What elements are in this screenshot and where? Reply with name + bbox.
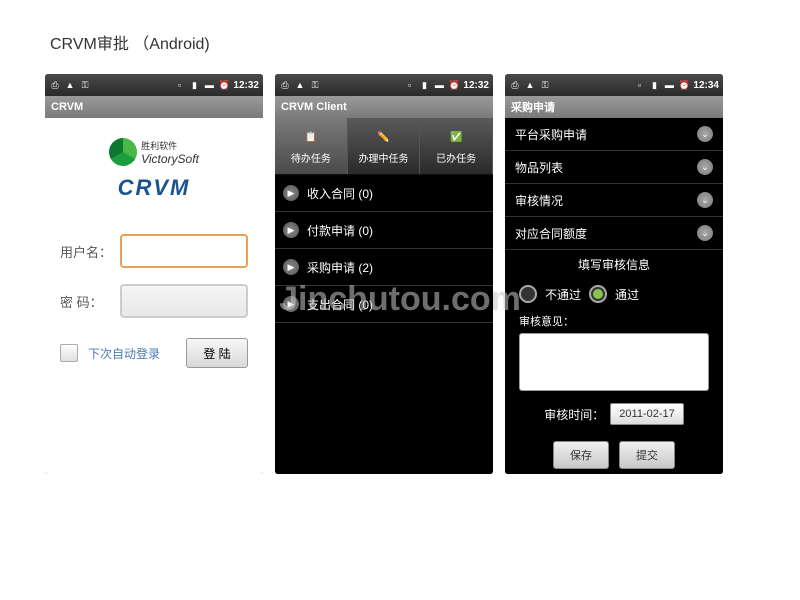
key-icon: ⚿: [309, 79, 321, 91]
detail-label: 物品列表: [515, 159, 563, 176]
clock: 12:32: [463, 80, 489, 91]
alarm-icon: ⏰: [678, 79, 690, 91]
page-title: CRVM审批 （Android): [0, 0, 800, 74]
comment-textarea[interactable]: [519, 333, 709, 391]
list-item[interactable]: ▶ 采购申请 (2): [275, 249, 493, 286]
app-titlebar: 采购申请: [505, 96, 723, 118]
date-label: 审核时间：: [544, 406, 604, 423]
date-picker[interactable]: 2011-02-17: [610, 403, 683, 425]
alarm-icon: ⏰: [448, 79, 460, 91]
password-input[interactable]: [120, 284, 248, 318]
done-icon: ✅: [444, 128, 468, 148]
arrow-icon: ▶: [283, 259, 299, 275]
radio-reject[interactable]: [519, 285, 537, 303]
arrow-icon: ▶: [283, 185, 299, 201]
phone-2: ⎙ ▲ ⚿ ▫ ▮ ▬ ⏰ 12:32 CRVM Client 📋 待办任务 ✏…: [275, 74, 493, 474]
warn-icon: ▲: [64, 79, 76, 91]
detail-item[interactable]: 物品列表 ⌄: [505, 151, 723, 184]
usb-icon: ⎙: [49, 79, 61, 91]
detail-screen: 平台采购申请 ⌄ 物品列表 ⌄ 审核情况 ⌄ 对应合同额度 ⌄ 填写审核信息 不…: [505, 118, 723, 474]
detail-label: 对应合同额度: [515, 225, 587, 242]
pending-icon: 📋: [299, 128, 323, 148]
username-input[interactable]: [120, 234, 248, 268]
list-item-label: 采购申请 (2): [307, 259, 373, 276]
usb-icon: ⎙: [279, 79, 291, 91]
tab-label: 待办任务: [291, 150, 331, 165]
network-icon: ▫: [173, 79, 185, 91]
list-item-label: 支出合同 (0): [307, 296, 373, 313]
auto-login-checkbox[interactable]: [60, 344, 78, 362]
list-item-label: 付款申请 (0): [307, 222, 373, 239]
key-icon: ⚿: [539, 79, 551, 91]
section-header: 填写审核信息: [505, 250, 723, 279]
phone-row: ⎙ ▲ ⚿ ▫ ▮ ▬ ⏰ 12:32 CRVM 胜利软件 VictorySof…: [0, 74, 800, 474]
warn-icon: ▲: [524, 79, 536, 91]
save-button[interactable]: 保存: [553, 441, 609, 469]
logo-icon: [109, 138, 137, 166]
logo-text-en: VictorySoft: [141, 152, 199, 166]
network-icon: ▫: [403, 79, 415, 91]
logo-area: 胜利软件 VictorySoft CRVM: [45, 118, 263, 226]
signal-icon: ▮: [188, 79, 200, 91]
battery-icon: ▬: [663, 79, 675, 91]
logo-text-cn: 胜利软件: [141, 139, 199, 152]
detail-label: 审核情况: [515, 192, 563, 209]
phone-3: ⎙ ▲ ⚿ ▫ ▮ ▬ ⏰ 12:34 采购申请 平台采购申请 ⌄ 物品列表 ⌄: [505, 74, 723, 474]
status-bar: ⎙ ▲ ⚿ ▫ ▮ ▬ ⏰ 12:32: [275, 74, 493, 96]
password-label: 密 码：: [60, 292, 120, 311]
app-titlebar: CRVM: [45, 96, 263, 118]
tab-label: 已办任务: [436, 150, 476, 165]
radio-reject-label: 不通过: [545, 286, 581, 303]
status-bar: ⎙ ▲ ⚿ ▫ ▮ ▬ ⏰ 12:34: [505, 74, 723, 96]
network-icon: ▫: [633, 79, 645, 91]
battery-icon: ▬: [203, 79, 215, 91]
tab-label: 办理中任务: [359, 150, 409, 165]
signal-icon: ▮: [418, 79, 430, 91]
chevron-down-icon: ⌄: [697, 126, 713, 142]
login-screen: 胜利软件 VictorySoft CRVM 用户名： 密 码： 下次自动登录 登…: [45, 118, 263, 474]
clock: 12:32: [233, 80, 259, 91]
tab-pending[interactable]: 📋 待办任务: [275, 118, 348, 174]
usb-icon: ⎙: [509, 79, 521, 91]
radio-pass-label: 通过: [615, 286, 639, 303]
detail-item[interactable]: 对应合同额度 ⌄: [505, 217, 723, 250]
detail-item[interactable]: 审核情况 ⌄: [505, 184, 723, 217]
list-item-label: 收入合同 (0): [307, 185, 373, 202]
chevron-down-icon: ⌄: [697, 192, 713, 208]
phone-1: ⎙ ▲ ⚿ ▫ ▮ ▬ ⏰ 12:32 CRVM 胜利软件 VictorySof…: [45, 74, 263, 474]
radio-pass[interactable]: [589, 285, 607, 303]
chevron-down-icon: ⌄: [697, 159, 713, 175]
tab-done[interactable]: ✅ 已办任务: [420, 118, 493, 174]
alarm-icon: ⏰: [218, 79, 230, 91]
tab-bar: 📋 待办任务 ✏️ 办理中任务 ✅ 已办任务: [275, 118, 493, 175]
clock: 12:34: [693, 80, 719, 91]
arrow-icon: ▶: [283, 296, 299, 312]
task-screen: 📋 待办任务 ✏️ 办理中任务 ✅ 已办任务 ▶ 收入合同 (0) ▶ 付款申请…: [275, 118, 493, 474]
tab-processing[interactable]: ✏️ 办理中任务: [348, 118, 421, 174]
submit-button[interactable]: 提交: [619, 441, 675, 469]
detail-label: 平台采购申请: [515, 126, 587, 143]
arrow-icon: ▶: [283, 222, 299, 238]
key-icon: ⚿: [79, 79, 91, 91]
chevron-down-icon: ⌄: [697, 225, 713, 241]
detail-item[interactable]: 平台采购申请 ⌄: [505, 118, 723, 151]
login-button[interactable]: 登 陆: [186, 338, 248, 368]
app-titlebar: CRVM Client: [275, 96, 493, 118]
comment-label: 审核意见：: [505, 309, 723, 331]
battery-icon: ▬: [433, 79, 445, 91]
signal-icon: ▮: [648, 79, 660, 91]
username-label: 用户名：: [60, 242, 120, 261]
list-item[interactable]: ▶ 收入合同 (0): [275, 175, 493, 212]
processing-icon: ✏️: [372, 128, 396, 148]
logo-crvm: CRVM: [45, 175, 263, 201]
status-bar: ⎙ ▲ ⚿ ▫ ▮ ▬ ⏰ 12:32: [45, 74, 263, 96]
warn-icon: ▲: [294, 79, 306, 91]
auto-login-label: 下次自动登录: [88, 345, 176, 362]
list-item[interactable]: ▶ 付款申请 (0): [275, 212, 493, 249]
list-item[interactable]: ▶ 支出合同 (0): [275, 286, 493, 323]
